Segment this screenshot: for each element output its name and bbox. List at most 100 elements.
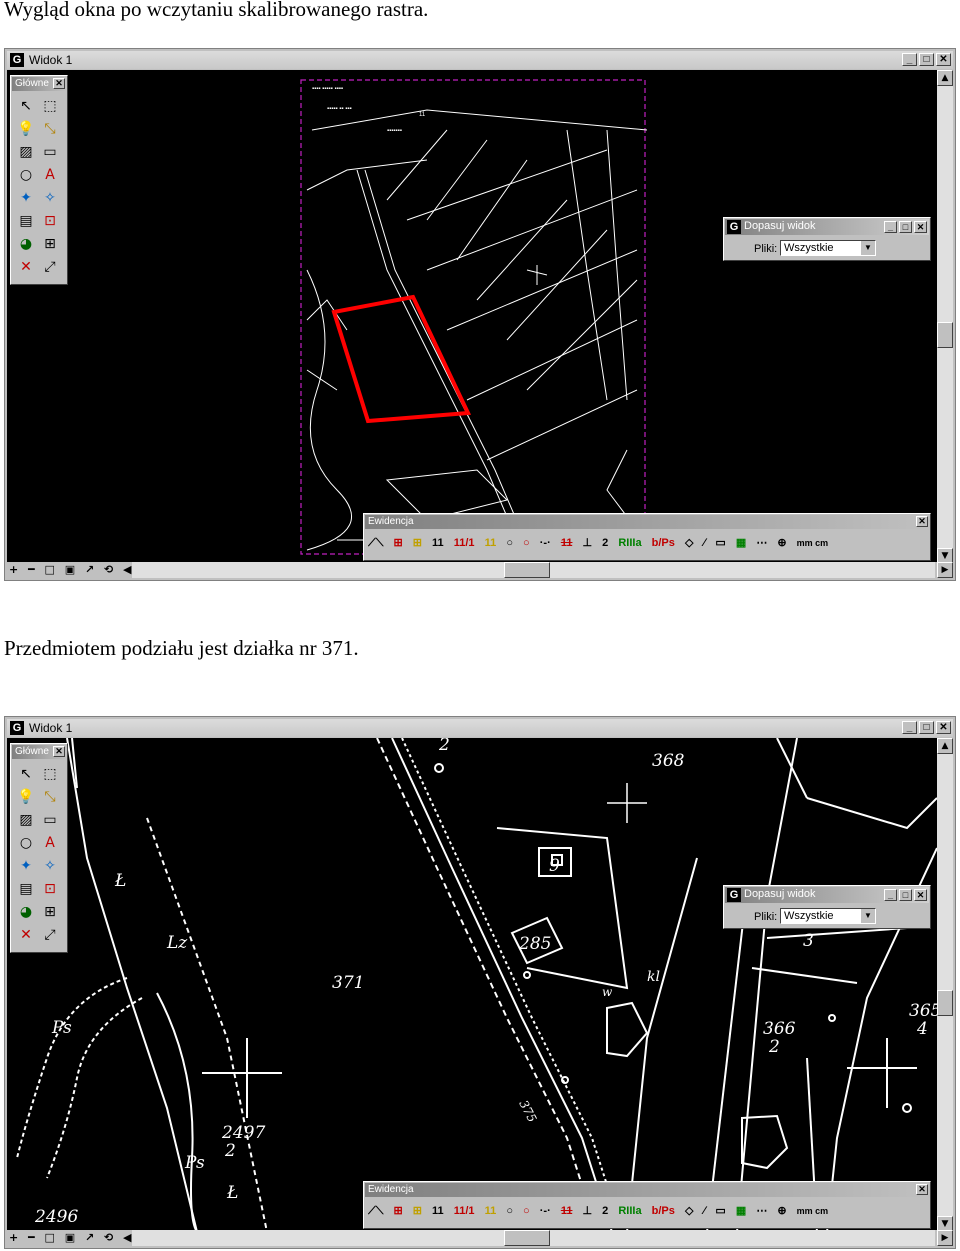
bulb-tool-icon[interactable]: 💡 [15, 119, 37, 140]
circle-red-tool-icon[interactable]: ○ [523, 1200, 530, 1222]
select-box-icon[interactable]: ⬚ [39, 96, 61, 117]
scroll-right-icon[interactable]: ▶ [937, 562, 953, 578]
point-snap-icon[interactable]: ✦ [15, 188, 37, 209]
grid-yellow-icon[interactable]: ⊞ [413, 1200, 422, 1222]
grid-icon[interactable]: ⊞ [39, 902, 61, 923]
soil-class-button[interactable]: RIIIa [618, 1200, 641, 1222]
perpendicular-icon[interactable]: ⊥ [583, 532, 593, 554]
ewid-number-button[interactable]: 11 [432, 1200, 444, 1222]
polygon-icon[interactable]: ◇ [685, 1200, 693, 1222]
dots-icon[interactable]: ⋯ [756, 532, 767, 554]
point-line-icon[interactable]: ·-· [540, 532, 551, 554]
chevron-down-icon[interactable]: ▼ [861, 241, 875, 255]
vertical-scroll-thumb[interactable] [937, 322, 953, 348]
fit-view-maximize-button[interactable]: □ [899, 221, 912, 233]
toolbox-close-button[interactable]: ✕ [53, 78, 65, 89]
map-canvas-zoomed[interactable]: 371 Lz Ps Ps Ł Ł 368 9 285 2497 2 2496 3… [7, 738, 937, 1232]
parcel-tool-icon[interactable]: ⟋⟍ [368, 1200, 383, 1222]
ewid-fraction-button[interactable]: 11/1 [454, 532, 475, 554]
close-button[interactable]: ✕ [936, 53, 951, 66]
bulb-arrow-icon[interactable]: ⤡ [39, 119, 61, 140]
pointer-icon[interactable]: ↖ [15, 764, 37, 785]
measure-icon[interactable]: ⊡ [39, 211, 61, 232]
grid-icon[interactable]: ⊞ [39, 234, 61, 255]
strike-number-icon[interactable]: 11 [561, 532, 573, 554]
fit-view-maximize-button[interactable]: □ [899, 889, 912, 901]
soil-class-button[interactable]: RIIIa [618, 532, 641, 554]
chevron-down-icon[interactable]: ▼ [861, 909, 875, 923]
fit-view-close-button[interactable]: ✕ [914, 221, 927, 233]
close-button[interactable]: ✕ [936, 721, 951, 734]
fill-icon[interactable]: ▨ [15, 810, 37, 831]
status-icons[interactable]: + ━ □ ▣ ↗ ⟲ ◀ [9, 563, 135, 576]
ewid-fraction-button[interactable]: 11/1 [454, 1200, 475, 1222]
rectangle-icon[interactable]: ▭ [39, 142, 61, 163]
circle-icon[interactable]: ○ [15, 165, 37, 186]
horizontal-scrollbar[interactable]: ▶ [132, 562, 953, 578]
horizontal-scroll-thumb[interactable] [504, 562, 550, 578]
building-icon[interactable]: ▭ [715, 1200, 725, 1222]
fit-view-minimize-button[interactable]: _ [884, 889, 897, 901]
toolbox-close-button[interactable]: ✕ [53, 746, 65, 757]
snap-icon[interactable]: ✧ [39, 188, 61, 209]
hatch-icon[interactable]: ▦ [736, 1200, 746, 1222]
scroll-up-icon[interactable]: ▲ [937, 738, 953, 754]
fill-icon[interactable]: ▨ [15, 142, 37, 163]
land-use-button[interactable]: b/Ps [652, 532, 675, 554]
scan-icon[interactable]: ▤ [15, 211, 37, 232]
vertical-scrollbar[interactable]: ▲ ▼ [937, 70, 953, 564]
circle-icon[interactable]: ○ [15, 833, 37, 854]
target-icon[interactable]: ⊕ [777, 1200, 786, 1222]
resize-icon[interactable]: ⤢ [39, 925, 61, 946]
label-2-icon[interactable]: 2 [602, 532, 608, 554]
grid-red-icon[interactable]: ⊞ [393, 1200, 402, 1222]
bulb-tool-icon[interactable]: 💡 [15, 787, 37, 808]
text-icon[interactable]: A [39, 833, 61, 854]
measure-icon[interactable]: ⊡ [39, 879, 61, 900]
delete-icon[interactable]: ✕ [15, 257, 37, 278]
horizontal-scroll-thumb[interactable] [504, 1230, 550, 1246]
map-canvas[interactable]: ▪▪▪▪ ▪▪▪▪▪ ▪▪▪▪ ▪▪▪▪▪ ▪▪ ▪▪▪ ▪▪▪▪▪▪▪ 11 [7, 70, 937, 564]
label-2-icon[interactable]: 2 [602, 1200, 608, 1222]
ewidencja-close-button[interactable]: ✕ [916, 516, 928, 527]
fit-view-minimize-button[interactable]: _ [884, 221, 897, 233]
grid-yellow-icon[interactable]: ⊞ [413, 532, 422, 554]
resize-icon[interactable]: ⤢ [39, 257, 61, 278]
perpendicular-icon[interactable]: ⊥ [583, 1200, 593, 1222]
rectangle-icon[interactable]: ▭ [39, 810, 61, 831]
chart-icon[interactable]: ◕ [15, 902, 37, 923]
files-select[interactable]: Wszystkie ▼ [780, 240, 876, 256]
minimize-button[interactable]: _ [902, 53, 917, 66]
scroll-up-icon[interactable]: ▲ [937, 70, 953, 86]
point-line-icon[interactable]: ·-· [540, 1200, 551, 1222]
ewid-number-yellow-button[interactable]: 11 [485, 1200, 497, 1222]
hatch-icon[interactable]: ▦ [736, 532, 746, 554]
select-box-icon[interactable]: ⬚ [39, 764, 61, 785]
line-icon[interactable]: ∕ [703, 1200, 705, 1222]
circle-red-tool-icon[interactable]: ○ [523, 532, 530, 554]
grid-red-icon[interactable]: ⊞ [393, 532, 402, 554]
units-button[interactable]: mm cm [797, 1200, 829, 1222]
ewid-number-yellow-button[interactable]: 11 [485, 532, 497, 554]
chart-icon[interactable]: ◕ [15, 234, 37, 255]
bulb-arrow-icon[interactable]: ⤡ [39, 787, 61, 808]
units-button[interactable]: mm cm [797, 532, 829, 554]
snap-icon[interactable]: ✧ [39, 856, 61, 877]
building-icon[interactable]: ▭ [715, 532, 725, 554]
fit-view-close-button[interactable]: ✕ [914, 889, 927, 901]
text-icon[interactable]: A [39, 165, 61, 186]
circle-tool-icon[interactable]: ○ [506, 1200, 513, 1222]
status-icons[interactable]: + ━ □ ▣ ↗ ⟲ ◀ [9, 1231, 135, 1244]
land-use-button[interactable]: b/Ps [652, 1200, 675, 1222]
scan-icon[interactable]: ▤ [15, 879, 37, 900]
maximize-button[interactable]: □ [919, 721, 934, 734]
circle-tool-icon[interactable]: ○ [506, 532, 513, 554]
polygon-icon[interactable]: ◇ [685, 532, 693, 554]
line-icon[interactable]: ∕ [703, 532, 705, 554]
ewid-number-button[interactable]: 11 [432, 532, 444, 554]
horizontal-scrollbar[interactable]: ▶ [132, 1230, 953, 1246]
minimize-button[interactable]: _ [902, 721, 917, 734]
vertical-scroll-thumb[interactable] [937, 990, 953, 1016]
strike-number-icon[interactable]: 11 [561, 1200, 573, 1222]
scroll-right-icon[interactable]: ▶ [937, 1230, 953, 1246]
